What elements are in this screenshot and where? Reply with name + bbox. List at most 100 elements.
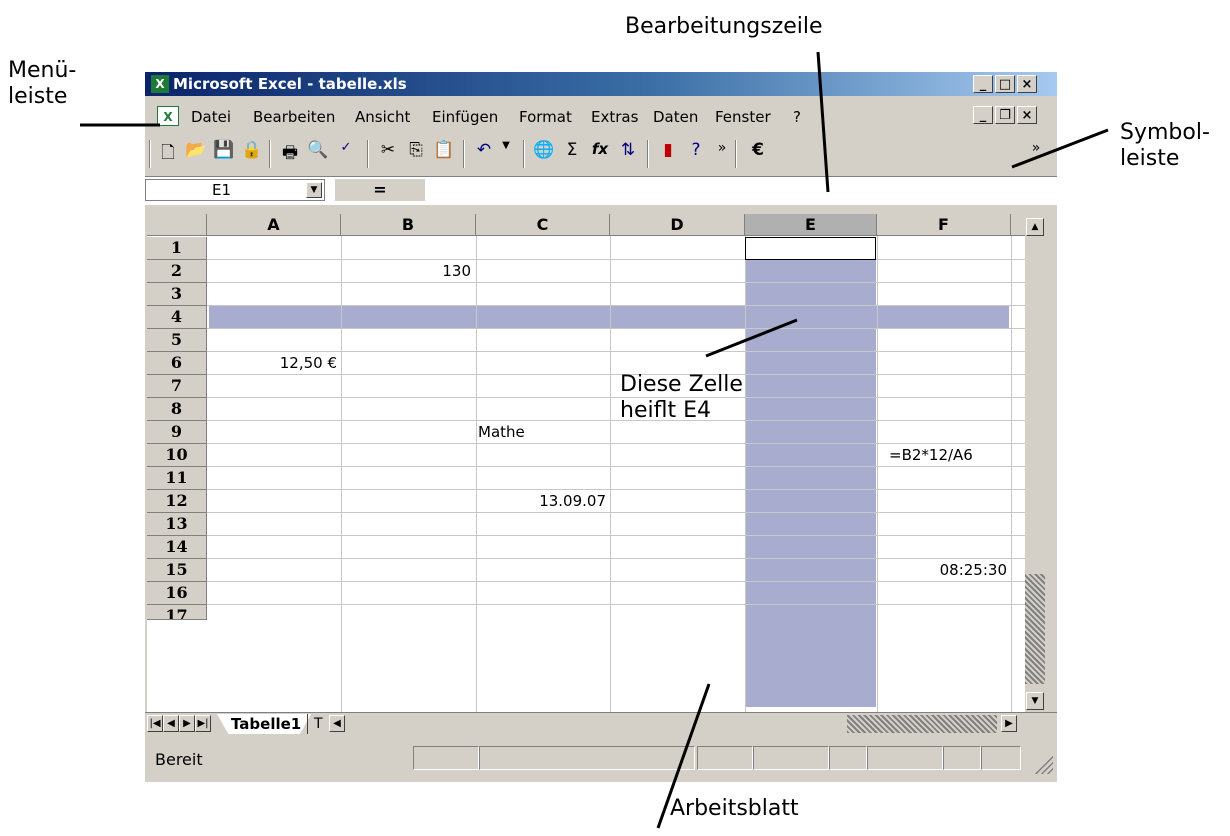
more-icon[interactable]: » bbox=[709, 140, 735, 166]
select-all-corner[interactable] bbox=[147, 214, 207, 236]
row-header-7[interactable]: 7 bbox=[147, 375, 207, 398]
cell-c9[interactable]: Mathe bbox=[478, 421, 606, 444]
row-header-5[interactable]: 5 bbox=[147, 329, 207, 352]
row-header-12[interactable]: 12 bbox=[147, 490, 207, 513]
menu-format[interactable]: Format bbox=[519, 108, 572, 126]
print-icon[interactable]: 🖶 bbox=[277, 140, 303, 166]
row-header-17[interactable]: 17 bbox=[147, 605, 207, 620]
cell-f10[interactable]: =B2*12/A6 bbox=[889, 444, 1009, 467]
autosum-icon[interactable]: Σ bbox=[559, 140, 585, 166]
scroll-left-icon[interactable]: ◀ bbox=[329, 715, 345, 732]
row-header-11[interactable]: 11 bbox=[147, 467, 207, 490]
row-header-9[interactable]: 9 bbox=[147, 421, 207, 444]
toolbar-separator bbox=[367, 140, 369, 168]
active-cell-e1[interactable] bbox=[745, 237, 876, 260]
help-icon[interactable]: ? bbox=[683, 140, 709, 166]
doc-close-button[interactable]: × bbox=[1017, 106, 1037, 124]
last-sheet-icon[interactable]: ▶| bbox=[195, 715, 211, 732]
row-header-3[interactable]: 3 bbox=[147, 283, 207, 306]
menu-datei[interactable]: Datei bbox=[191, 108, 231, 126]
grid-line bbox=[745, 236, 746, 714]
vertical-scrollbar[interactable]: ▲ ▼ bbox=[1025, 214, 1045, 714]
menu-help[interactable]: ? bbox=[793, 108, 801, 126]
worksheet-grid[interactable]: A B C D E F 1 2 3 4 5 6 7 8 9 10 11 12 1… bbox=[147, 214, 1027, 714]
function-icon[interactable]: fx bbox=[587, 140, 613, 166]
scroll-down-icon[interactable]: ▼ bbox=[1026, 692, 1044, 710]
column-header-c[interactable]: C bbox=[476, 214, 610, 236]
cell-c12[interactable]: 13.09.07 bbox=[478, 490, 606, 513]
horizontal-scroll-track[interactable] bbox=[847, 715, 997, 733]
resize-grip-icon[interactable] bbox=[1033, 754, 1053, 774]
row-header-13[interactable]: 13 bbox=[147, 513, 207, 536]
annotation-worksheet: Arbeitsblatt bbox=[670, 796, 799, 821]
print-preview-icon[interactable]: 🔍 bbox=[305, 140, 331, 166]
title-bar: X Microsoft Excel - tabelle.xls _ □ × bbox=[145, 72, 1057, 96]
edit-formula-button[interactable]: = bbox=[335, 179, 425, 201]
first-sheet-icon[interactable]: |◀ bbox=[147, 715, 163, 732]
open-icon[interactable]: 📂 bbox=[183, 140, 209, 166]
scroll-up-icon[interactable]: ▲ bbox=[1026, 218, 1044, 236]
name-box[interactable]: E1 ▼ bbox=[145, 179, 325, 201]
undo-dropdown-icon[interactable]: ▼ bbox=[493, 140, 519, 166]
save-icon[interactable]: 💾 bbox=[211, 140, 237, 166]
chart-wizard-icon[interactable]: ▮ bbox=[655, 140, 681, 166]
options-icon[interactable]: » bbox=[1023, 140, 1049, 166]
annotation-cell-note: Diese Zelle heiflt E4 bbox=[620, 372, 743, 423]
menu-ansicht[interactable]: Ansicht bbox=[355, 108, 410, 126]
row-header-1[interactable]: 1 bbox=[147, 237, 207, 260]
grid-line bbox=[207, 512, 1027, 513]
cell-a6[interactable]: 12,50 € bbox=[209, 352, 337, 375]
column-header-d[interactable]: D bbox=[610, 214, 745, 236]
row-header-16[interactable]: 16 bbox=[147, 582, 207, 605]
column-header-f[interactable]: F bbox=[877, 214, 1011, 236]
euro-icon[interactable]: € bbox=[745, 140, 771, 166]
workbook-icon[interactable]: X bbox=[157, 106, 179, 126]
row-header-4[interactable]: 4 bbox=[147, 306, 207, 329]
column-header-b[interactable]: B bbox=[341, 214, 476, 236]
row-header-8[interactable]: 8 bbox=[147, 398, 207, 421]
doc-minimize-button[interactable]: _ bbox=[973, 106, 993, 124]
minimize-button[interactable]: _ bbox=[973, 75, 993, 93]
sheet-tab-next[interactable]: T bbox=[307, 714, 329, 734]
column-header-a[interactable]: A bbox=[207, 214, 341, 236]
annotation-formula-bar: Bearbeitungszeile bbox=[625, 14, 823, 39]
sheet-tab-tabelle1[interactable]: Tabelle1 bbox=[217, 714, 312, 734]
grid-line bbox=[207, 535, 1027, 536]
hyperlink-icon[interactable]: 🌐 bbox=[531, 140, 557, 166]
row-header-6[interactable]: 6 bbox=[147, 352, 207, 375]
menu-extras[interactable]: Extras bbox=[591, 108, 638, 126]
copy-icon[interactable]: ⎘ bbox=[403, 140, 429, 166]
grid-line bbox=[207, 420, 1027, 421]
cell-f15[interactable]: 08:25:30 bbox=[879, 559, 1007, 582]
permission-icon[interactable]: 🔒 bbox=[239, 140, 265, 166]
formula-input[interactable] bbox=[429, 179, 1053, 201]
row-header-15[interactable]: 15 bbox=[147, 559, 207, 582]
vertical-scroll-track[interactable] bbox=[1025, 574, 1045, 684]
menu-einfuegen[interactable]: Einfügen bbox=[432, 108, 498, 126]
cell-b2[interactable]: 130 bbox=[343, 260, 471, 283]
chevron-down-icon[interactable]: ▼ bbox=[306, 182, 322, 198]
close-button[interactable]: × bbox=[1017, 75, 1037, 93]
spelling-icon[interactable]: ✓ bbox=[333, 140, 359, 166]
toolbar-grip[interactable] bbox=[149, 140, 151, 168]
scroll-right-icon[interactable]: ▶ bbox=[1001, 715, 1017, 732]
column-header-e[interactable]: E bbox=[745, 214, 877, 236]
grid-line bbox=[341, 236, 342, 714]
paste-icon[interactable]: 📋 bbox=[431, 140, 457, 166]
row-header-14[interactable]: 14 bbox=[147, 536, 207, 559]
new-icon[interactable]: 🗋 bbox=[155, 140, 181, 166]
grid-line bbox=[207, 282, 1027, 283]
doc-restore-button[interactable]: ❐ bbox=[995, 106, 1015, 124]
menu-bearbeiten[interactable]: Bearbeiten bbox=[253, 108, 335, 126]
cut-icon[interactable]: ✂ bbox=[375, 140, 401, 166]
maximize-button[interactable]: □ bbox=[995, 75, 1015, 93]
menu-fenster[interactable]: Fenster bbox=[715, 108, 771, 126]
status-pane bbox=[753, 746, 829, 770]
row-header-10[interactable]: 10 bbox=[147, 444, 207, 467]
row-header-2[interactable]: 2 bbox=[147, 260, 207, 283]
next-sheet-icon[interactable]: ▶ bbox=[179, 715, 195, 732]
sort-ascending-icon[interactable]: ⇅ bbox=[615, 140, 641, 166]
menu-daten[interactable]: Daten bbox=[653, 108, 698, 126]
prev-sheet-icon[interactable]: ◀ bbox=[163, 715, 179, 732]
excel-icon[interactable]: X bbox=[151, 75, 169, 93]
